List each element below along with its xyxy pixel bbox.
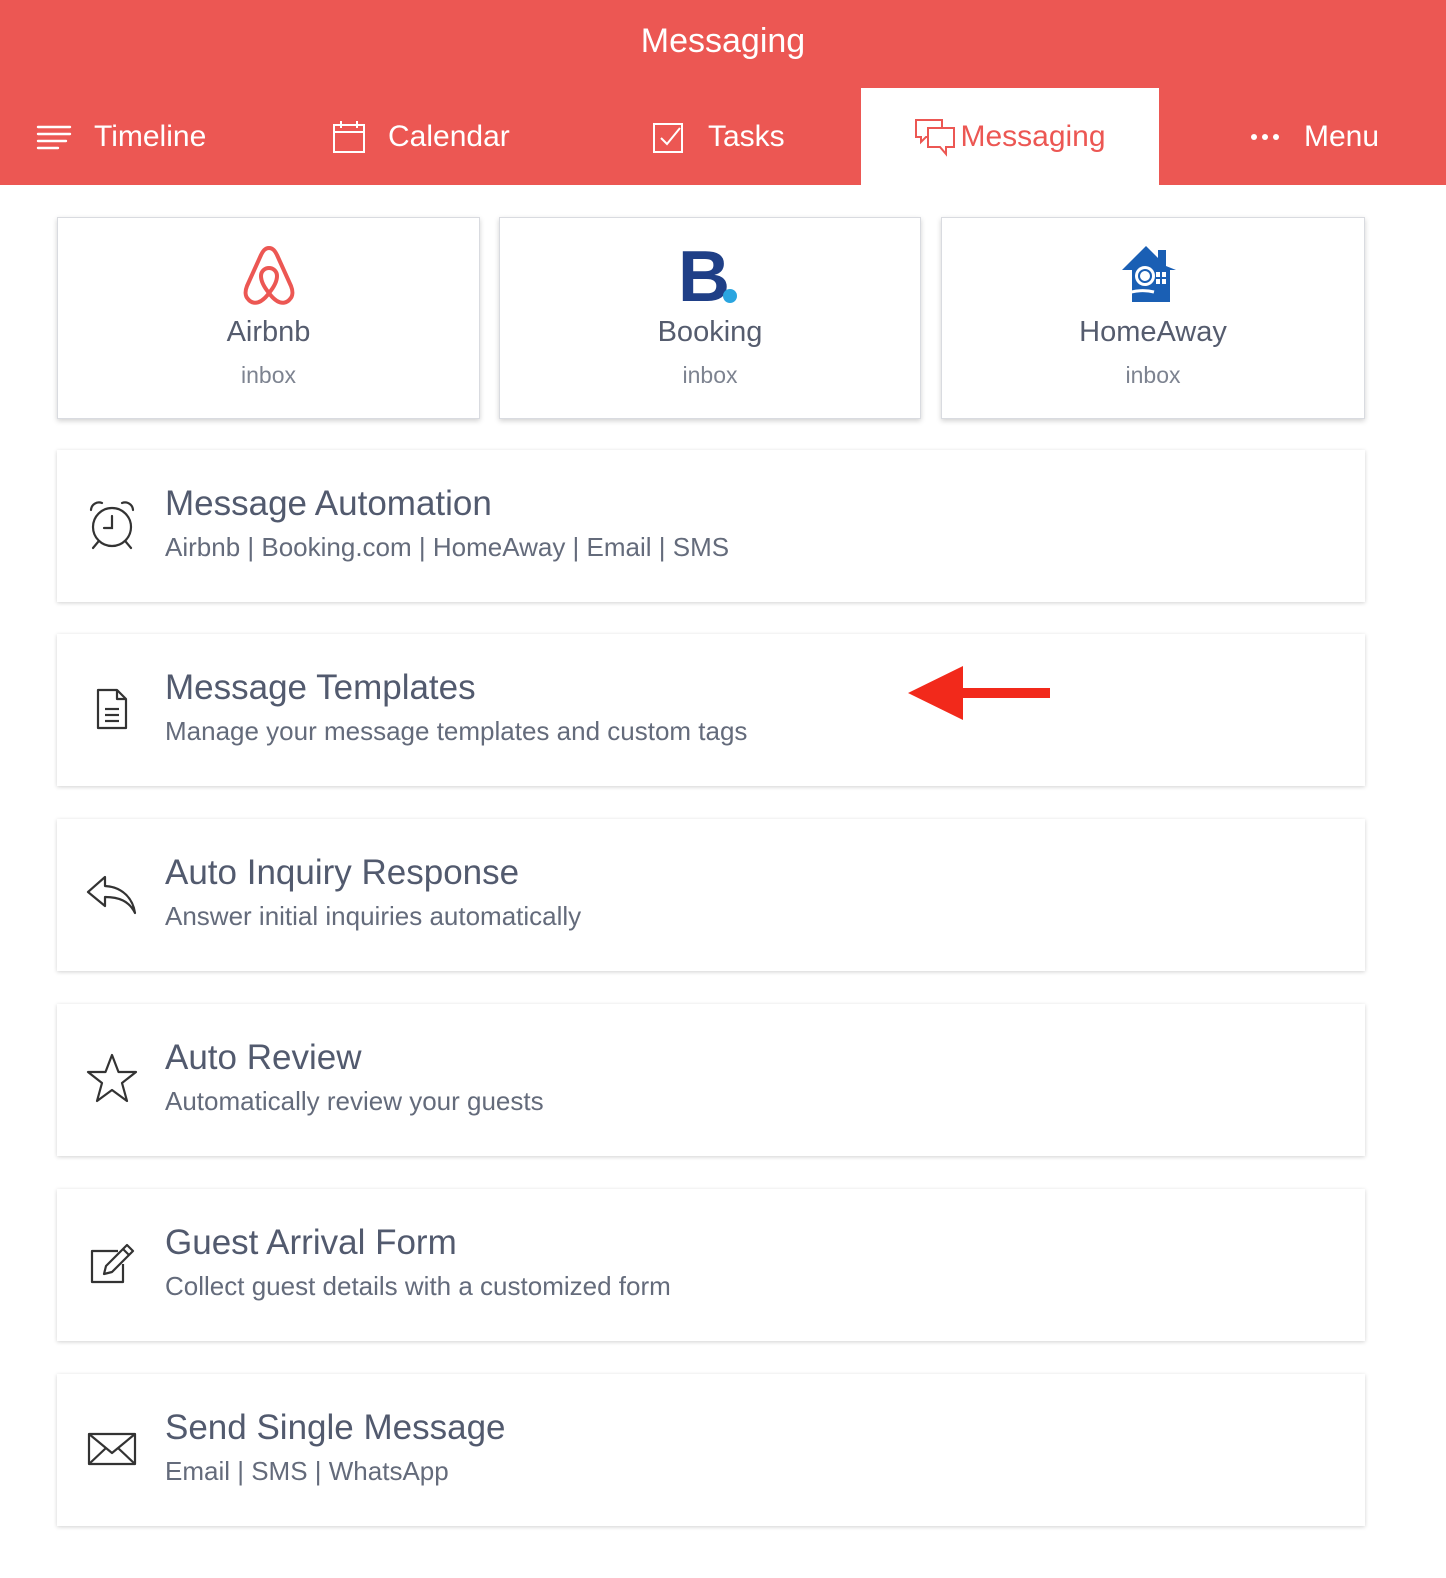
airbnb-logo-icon [58, 244, 479, 306]
envelope-icon [83, 1420, 141, 1478]
star-icon [83, 1050, 141, 1108]
row-subtitle: Manage your message templates and custom… [165, 716, 748, 746]
tab-label: Menu [1304, 119, 1380, 153]
edit-icon [83, 1235, 141, 1293]
inbox-subtitle: inbox [1125, 362, 1181, 388]
row-title: Auto Review [165, 1038, 362, 1077]
tab-calendar[interactable]: Calendar [332, 88, 510, 185]
tab-menu[interactable]: Menu [1250, 88, 1379, 185]
top-header: Messaging Timeline Calendar Tasks Messag… [0, 0, 1446, 185]
row-subtitle: Answer initial inquiries automatically [165, 901, 582, 931]
reply-icon [83, 865, 141, 923]
booking-logo-icon: B [500, 244, 920, 306]
tab-messaging[interactable]: Messaging [861, 88, 1159, 185]
homeaway-inbox-card[interactable]: HomeAway inbox [941, 217, 1365, 419]
tab-tasks[interactable]: Tasks [652, 88, 785, 185]
send-single-message-row[interactable]: Send Single Message Email | SMS | WhatsA… [57, 1374, 1365, 1526]
row-subtitle: Airbnb | Booking.com | HomeAway | Email … [165, 532, 730, 562]
inbox-name: Booking [657, 316, 763, 348]
page-title: Messaging [640, 22, 806, 60]
tab-timeline[interactable]: Timeline [36, 88, 206, 185]
row-title: Message Templates [165, 668, 476, 707]
calendar-icon [332, 120, 366, 154]
message-automation-row[interactable]: Message Automation Airbnb | Booking.com … [57, 450, 1365, 602]
tab-label: Timeline [94, 119, 207, 153]
chat-bubbles-icon [914, 117, 956, 157]
tab-label: Calendar [388, 119, 510, 153]
booking-inbox-card[interactable]: B Booking inbox [499, 217, 921, 419]
row-subtitle: Automatically review your guests [165, 1086, 544, 1116]
row-title: Message Automation [165, 484, 492, 523]
ellipsis-icon [1250, 133, 1280, 141]
row-subtitle: Email | SMS | WhatsApp [165, 1456, 449, 1486]
inbox-name: HomeAway [1079, 316, 1227, 348]
message-templates-row[interactable]: Message Templates Manage your message te… [57, 634, 1365, 786]
auto-inquiry-response-row[interactable]: Auto Inquiry Response Answer initial inq… [57, 819, 1365, 971]
auto-review-row[interactable]: Auto Review Automatically review your gu… [57, 1004, 1365, 1156]
alarm-clock-icon [83, 496, 141, 554]
svg-text:B: B [678, 244, 730, 306]
row-subtitle: Collect guest details with a customized … [165, 1271, 671, 1301]
row-title: Guest Arrival Form [165, 1223, 457, 1262]
tab-label: Tasks [708, 119, 785, 153]
inbox-name: Airbnb [226, 316, 311, 348]
inbox-subtitle: inbox [682, 362, 738, 388]
tab-label: Messaging [960, 119, 1106, 153]
checkbox-icon [652, 120, 686, 154]
inbox-subtitle: inbox [241, 362, 296, 388]
row-title: Auto Inquiry Response [165, 853, 520, 892]
red-arrow-icon [906, 664, 1052, 727]
document-icon [83, 680, 141, 738]
airbnb-inbox-card[interactable]: Airbnb inbox [57, 217, 480, 419]
guest-arrival-form-row[interactable]: Guest Arrival Form Collect guest details… [57, 1189, 1365, 1341]
homeaway-logo-icon [942, 244, 1364, 306]
list-lines-icon [36, 124, 72, 150]
row-title: Send Single Message [165, 1408, 506, 1447]
